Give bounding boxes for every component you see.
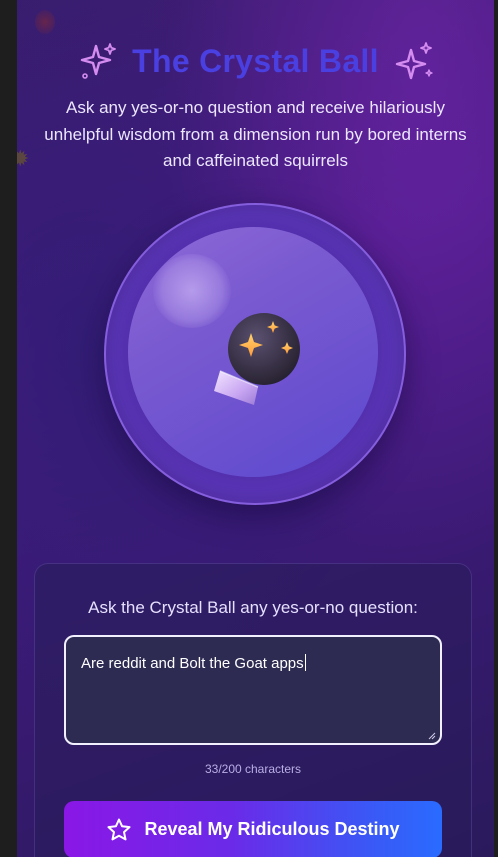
crystal-ball-icon (214, 313, 300, 405)
decorative-blob (35, 10, 55, 34)
character-count: 33/200 characters (204, 762, 302, 776)
left-gutter (0, 0, 17, 857)
crystal-orb (104, 203, 406, 505)
reveal-destiny-button[interactable]: Reveal My Ridiculous Destiny (64, 801, 442, 857)
app-container: ✹ The Crystal Ball Ask any yes-or-no que… (17, 0, 494, 857)
question-text: Are reddit and Bolt the Goat apps (81, 655, 304, 672)
sparkles-icon (80, 43, 117, 79)
question-textarea[interactable]: Are reddit and Bolt the Goat apps (64, 635, 442, 745)
right-gutter (494, 0, 498, 857)
crystal-orb-inner (128, 227, 378, 477)
question-card: Ask the Crystal Ball any yes-or-no quest… (34, 563, 472, 857)
sparkles-icon (395, 42, 433, 80)
resize-grip-icon[interactable] (428, 732, 436, 740)
header: The Crystal Ball (17, 36, 494, 86)
page-title: The Crystal Ball (132, 42, 379, 79)
reveal-button-label: Reveal My Ridiculous Destiny (144, 819, 400, 839)
text-caret (304, 654, 306, 671)
star-icon (107, 818, 131, 840)
question-label: Ask the Crystal Ball any yes-or-no quest… (88, 598, 418, 617)
page-subtitle: Ask any yes-or-no question and receive h… (44, 98, 467, 170)
sparkle-icon: ✹ (17, 146, 30, 171)
